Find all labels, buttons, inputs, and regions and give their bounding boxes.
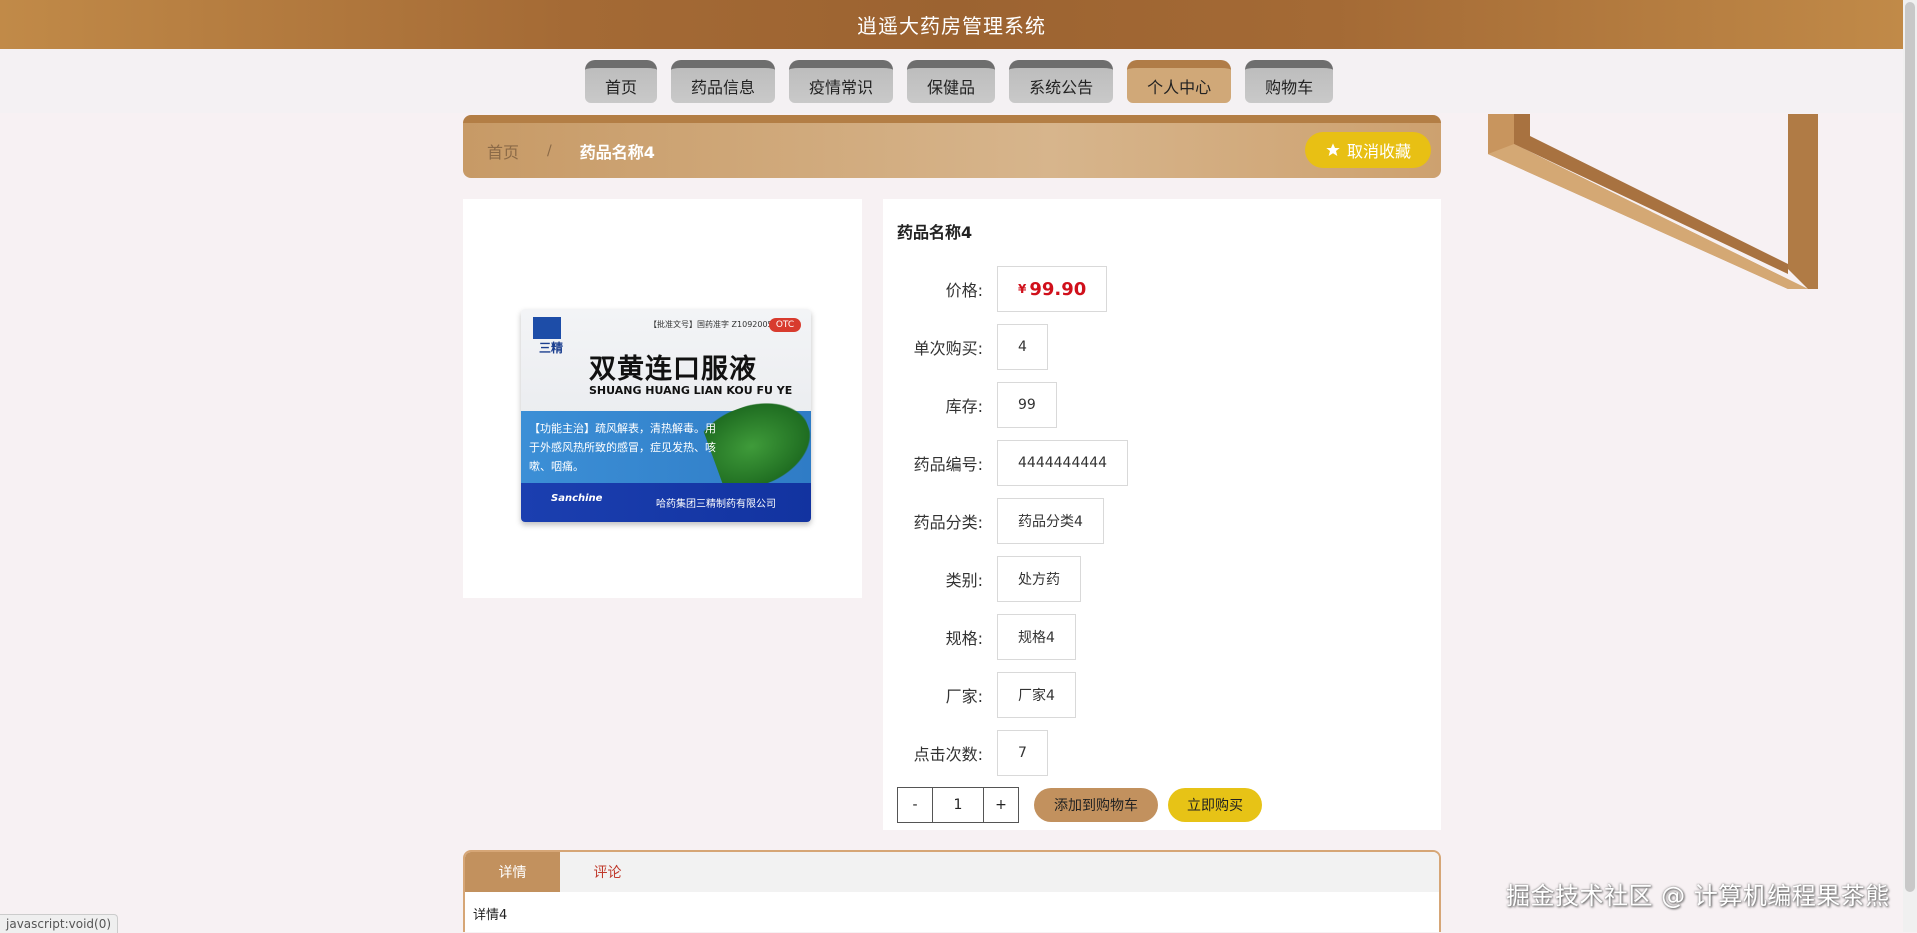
breadcrumb-current: 药品名称4 xyxy=(579,142,655,162)
brand-logo-icon xyxy=(533,317,561,339)
field-click-count: 点击次数: 7 xyxy=(883,729,1048,777)
field-value: 4 xyxy=(997,324,1048,370)
field-value: 药品分类4 xyxy=(997,498,1104,544)
field-value: 处方药 xyxy=(997,556,1081,602)
quantity-stepper: - 1 + xyxy=(897,787,1019,823)
main-nav: 首页 药品信息 疫情常识 保健品 系统公告 个人中心 购物车 xyxy=(585,60,1334,103)
product-image-panel: 三精 【批准文号】国药准字 Z10920053 OTC 双黄连口服液 SHUAN… xyxy=(463,199,862,598)
field-price: 价格: ¥ 99.90 xyxy=(883,265,1108,313)
vertical-scrollbar[interactable] xyxy=(1903,0,1917,932)
field-type: 类别: 处方药 xyxy=(883,555,1081,603)
box-product-name: 双黄连口服液 xyxy=(589,354,757,385)
unfavorite-label: 取消收藏 xyxy=(1346,142,1411,161)
field-label: 点击次数: xyxy=(913,745,983,764)
status-bar: javascript:void(0) xyxy=(0,914,119,933)
unfavorite-button[interactable]: 取消收藏 xyxy=(1304,132,1431,168)
site-title: 逍遥大药房管理系统 xyxy=(857,14,1046,38)
field-specification: 规格: 规格4 xyxy=(883,613,1076,661)
nav-item-cart[interactable]: 购物车 xyxy=(1245,60,1334,103)
field-label: 厂家: xyxy=(945,687,983,706)
otc-badge: OTC xyxy=(769,318,801,332)
detail-tabs: 详情 评论 详情4 xyxy=(463,850,1441,932)
field-per-purchase: 单次购买: 4 xyxy=(883,323,1048,371)
tab-details[interactable]: 详情 xyxy=(465,852,560,892)
field-medicine-category: 药品分类: 药品分类4 xyxy=(883,497,1104,545)
tab-comments[interactable]: 评论 xyxy=(560,852,655,892)
box-company: 哈药集团三精制药有限公司 xyxy=(656,499,776,510)
decrease-quantity-button[interactable]: - xyxy=(897,787,933,823)
field-label: 库存: xyxy=(945,397,983,416)
breadcrumb-separator: / xyxy=(547,142,552,159)
tab-header: 详情 评论 xyxy=(465,852,1439,892)
breadcrumb-home-link[interactable]: 首页 xyxy=(487,139,519,163)
field-value: 99 xyxy=(997,382,1057,428)
nav-item-personal-center[interactable]: 个人中心 xyxy=(1127,60,1232,103)
field-label: 药品编号: xyxy=(913,455,983,474)
tab-content: 详情4 xyxy=(473,908,508,923)
field-label: 单次购买: xyxy=(913,339,983,358)
field-label: 类别: xyxy=(945,571,983,590)
field-label: 规格: xyxy=(945,629,983,648)
field-manufacturer: 厂家: 厂家4 xyxy=(883,671,1076,719)
field-value: 规格4 xyxy=(997,614,1076,660)
nav-item-announcements[interactable]: 系统公告 xyxy=(1009,60,1114,103)
box-bottom: Sanchine 哈药集团三精制药有限公司 xyxy=(521,483,811,522)
box-brand: 三精 xyxy=(539,341,564,355)
increase-quantity-button[interactable]: + xyxy=(983,787,1019,823)
box-sanchine: Sanchine xyxy=(551,493,603,504)
product-name: 药品名称4 xyxy=(897,223,973,242)
scrollbar-thumb[interactable] xyxy=(1905,2,1915,892)
field-label: 价格: xyxy=(945,281,983,300)
picture-frame-decoration xyxy=(1488,114,1828,289)
field-label: 药品分类: xyxy=(913,513,983,532)
box-approval-number: 【批准文号】国药准字 Z10920053 xyxy=(649,320,778,329)
price-value: ¥ 99.90 xyxy=(997,266,1108,312)
field-value: 厂家4 xyxy=(997,672,1076,718)
add-to-cart-button[interactable]: 添加到购物车 xyxy=(1034,788,1158,822)
box-top: 三精 【批准文号】国药准字 Z10920053 OTC 双黄连口服液 SHUAN… xyxy=(521,309,811,411)
box-pinyin: SHUANG HUANG LIAN KOU FU YE xyxy=(589,384,793,397)
price-amount: 99.90 xyxy=(1029,278,1087,300)
buy-now-button[interactable]: 立即购买 xyxy=(1168,788,1262,822)
breadcrumb: 首页 / 药品名称4 取消收藏 xyxy=(463,115,1441,178)
product-image[interactable]: 三精 【批准文号】国药准字 Z10920053 OTC 双黄连口服液 SHUAN… xyxy=(521,309,811,522)
currency-symbol: ¥ xyxy=(1018,282,1027,296)
top-header: 逍遥大药房管理系统 xyxy=(0,0,1903,49)
nav-item-medicine-info[interactable]: 药品信息 xyxy=(671,60,776,103)
quantity-input[interactable]: 1 xyxy=(933,787,983,823)
field-stock: 库存: 99 xyxy=(883,381,1057,429)
nav-item-health-products[interactable]: 保健品 xyxy=(907,60,996,103)
box-blue-band: 【功能主治】疏风解表，清热解毒。用于外感风热所致的感冒，症见发热、咳嗽、咽痛。 xyxy=(521,388,811,498)
field-value: 4444444444 xyxy=(997,440,1129,486)
nav-item-epidemic-knowledge[interactable]: 疫情常识 xyxy=(789,60,894,103)
box-description: 【功能主治】疏风解表，清热解毒。用于外感风热所致的感冒，症见发热、咳嗽、咽痛。 xyxy=(529,422,716,473)
product-info-panel: 药品名称4 价格: ¥ 99.90 单次购买: 4 库存: 99 药品编号: 4… xyxy=(883,199,1441,830)
field-medicine-code: 药品编号: 4444444444 xyxy=(883,439,1129,487)
star-icon xyxy=(1326,143,1340,156)
watermark: 掘金技术社区 @ 计算机编程果茶熊 xyxy=(1506,882,1890,910)
nav-item-home[interactable]: 首页 xyxy=(585,60,658,103)
field-value: 7 xyxy=(997,730,1048,776)
